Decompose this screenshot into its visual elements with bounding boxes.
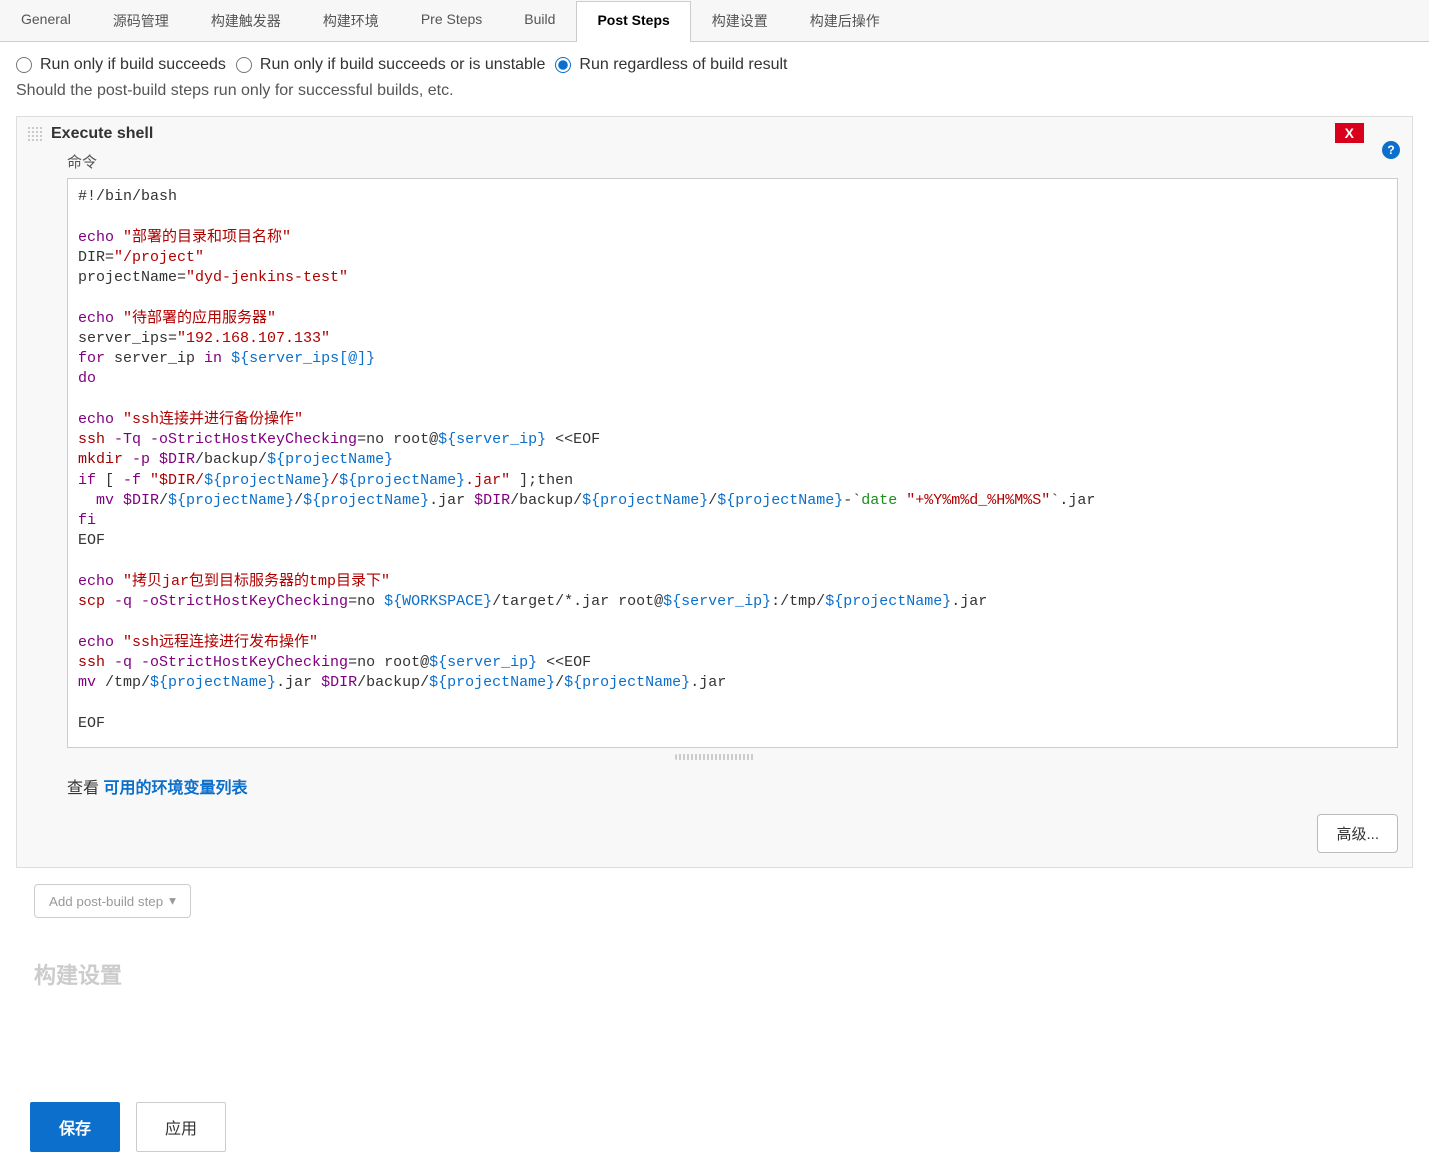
tab-environment[interactable]: 构建环境 xyxy=(302,0,400,41)
tab-scm[interactable]: 源码管理 xyxy=(92,0,190,41)
next-section-heading: 构建设置 xyxy=(34,958,1413,990)
command-label: 命令 xyxy=(17,151,1412,178)
apply-button[interactable]: 应用 xyxy=(136,1102,226,1152)
radio-success-only-label: Run only if build succeeds xyxy=(40,56,226,74)
see-prefix: 查看 xyxy=(67,780,103,797)
radio-success-unstable-label: Run only if build succeeds or is unstabl… xyxy=(260,56,546,74)
tab-pre-steps[interactable]: Pre Steps xyxy=(400,0,503,41)
radio-success-unstable-input[interactable] xyxy=(236,57,252,73)
tab-post-steps[interactable]: Post Steps xyxy=(576,1,690,42)
radio-regardless-input[interactable] xyxy=(555,57,571,73)
env-vars-help-row: 查看 可用的环境变量列表 xyxy=(17,768,1412,810)
tab-post-build-actions[interactable]: 构建后操作 xyxy=(789,0,901,41)
footer-actions: 保存 应用 xyxy=(30,1102,226,1152)
run-condition-hint: Should the post-build steps run only for… xyxy=(16,82,1413,100)
execute-shell-step: X ? Execute shell 命令 #!/bin/bash echo "部… xyxy=(16,116,1413,868)
radio-regardless[interactable]: Run regardless of build result xyxy=(555,56,787,74)
step-title: Execute shell xyxy=(51,125,153,143)
tab-build[interactable]: Build xyxy=(503,0,576,41)
run-condition-group: Run only if build succeeds Run only if b… xyxy=(16,56,1413,74)
add-post-build-step-button[interactable]: Add post-build step ▾ xyxy=(34,884,191,918)
radio-success-unstable[interactable]: Run only if build succeeds or is unstabl… xyxy=(236,56,546,74)
tab-build-settings[interactable]: 构建设置 xyxy=(691,0,789,41)
advanced-button[interactable]: 高级... xyxy=(1317,814,1398,853)
radio-regardless-label: Run regardless of build result xyxy=(579,56,787,74)
chevron-down-icon: ▾ xyxy=(169,893,176,909)
config-tabs: General 源码管理 构建触发器 构建环境 Pre Steps Build … xyxy=(0,0,1429,42)
env-vars-link[interactable]: 可用的环境变量列表 xyxy=(103,780,247,797)
tab-general[interactable]: General xyxy=(0,0,92,41)
tab-triggers[interactable]: 构建触发器 xyxy=(190,0,302,41)
drag-handle-icon[interactable] xyxy=(27,126,43,142)
save-button[interactable]: 保存 xyxy=(30,1102,120,1152)
add-step-label: Add post-build step xyxy=(49,894,163,909)
radio-success-only[interactable]: Run only if build succeeds xyxy=(16,56,226,74)
radio-success-only-input[interactable] xyxy=(16,57,32,73)
shell-command-textarea[interactable]: #!/bin/bash echo "部署的目录和项目名称"DIR="/proje… xyxy=(67,178,1398,748)
textarea-resize-grip[interactable] xyxy=(675,754,755,760)
